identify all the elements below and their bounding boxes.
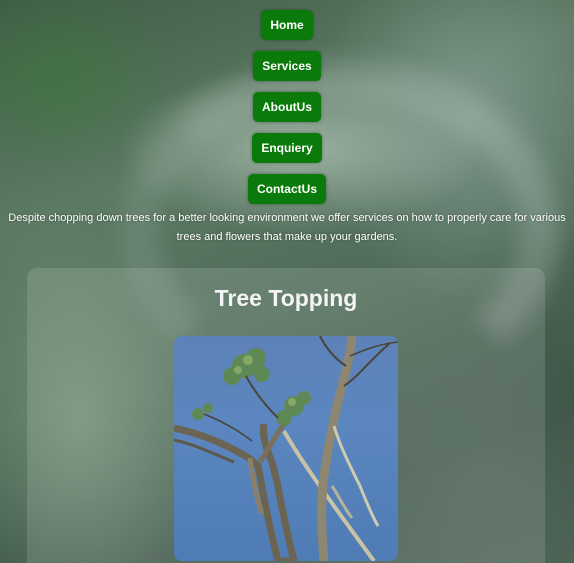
tree-topping-image bbox=[174, 336, 398, 561]
nav-enquiery-button[interactable]: Enquiery bbox=[252, 133, 322, 163]
nav-contactus-button[interactable]: ContactUs bbox=[247, 174, 326, 204]
service-card: Tree Topping bbox=[27, 268, 545, 563]
intro-text: Despite chopping down trees for a better… bbox=[8, 212, 566, 243]
service-card-title: Tree Topping bbox=[214, 285, 358, 311]
nav-home-button[interactable]: Home bbox=[261, 10, 313, 40]
main-nav: Home Services AboutUs Enquiery ContactUs bbox=[0, 10, 574, 204]
nav-services-button[interactable]: Services bbox=[253, 51, 321, 81]
nav-aboutus-button[interactable]: AboutUs bbox=[253, 92, 321, 122]
